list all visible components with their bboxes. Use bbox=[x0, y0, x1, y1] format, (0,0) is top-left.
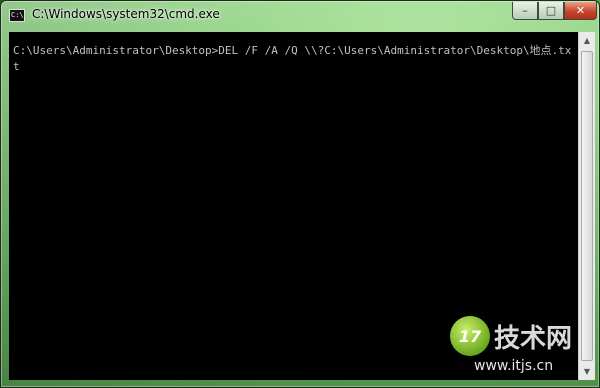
minimize-button[interactable]: – bbox=[512, 2, 538, 20]
console-output: C:\Users\Administrator\Desktop>DEL /F /A… bbox=[13, 44, 572, 73]
title-bar[interactable]: C:\ C:\Windows\system32\cmd.exe – □ ✕ bbox=[1, 1, 599, 31]
watermark-url: www.itjs.cn bbox=[474, 358, 554, 374]
close-button[interactable]: ✕ bbox=[564, 2, 597, 20]
watermark-name: 技术网 bbox=[494, 324, 573, 354]
maximize-button[interactable]: □ bbox=[538, 2, 564, 20]
scroll-thumb[interactable] bbox=[581, 51, 593, 361]
cmd-icon[interactable]: C:\ bbox=[9, 9, 25, 22]
watermark-logo: 17 bbox=[450, 316, 490, 356]
scroll-up-button[interactable]: ▲ bbox=[579, 32, 595, 49]
watermark: 17 技术网 www.itjs.cn bbox=[450, 316, 590, 380]
window-title: C:\Windows\system32\cmd.exe bbox=[32, 7, 220, 21]
